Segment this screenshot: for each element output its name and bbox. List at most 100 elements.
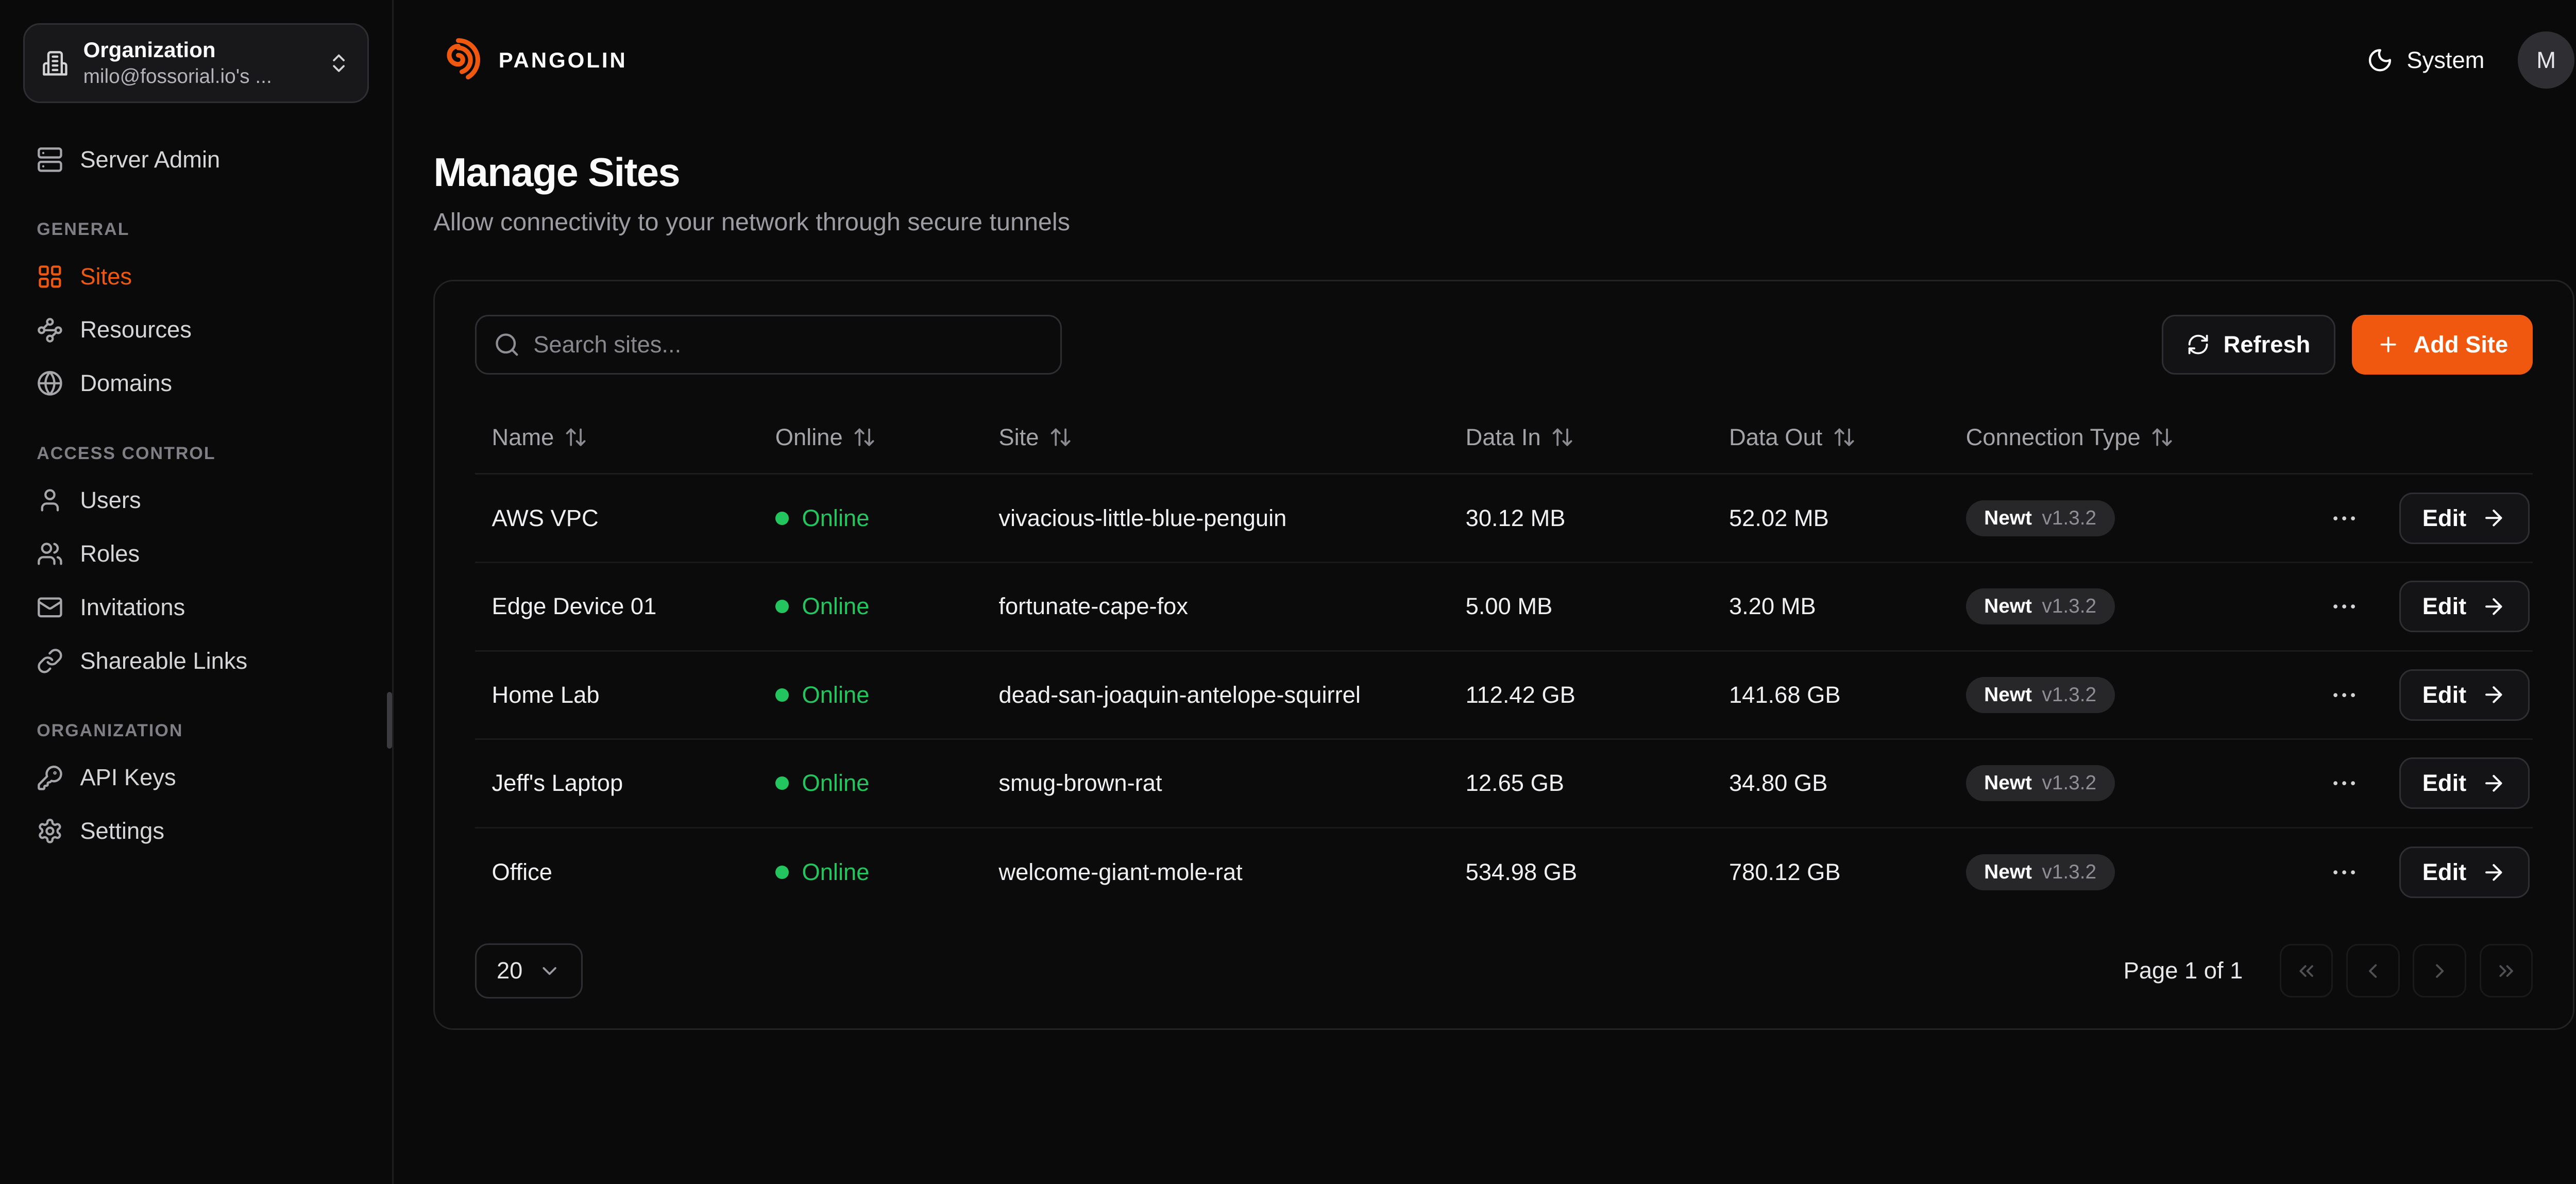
sidebar-item-label: Sites [80, 263, 132, 290]
first-page-button[interactable] [2280, 944, 2333, 997]
section-label-organization: ORGANIZATION [37, 721, 368, 741]
site-status: Online [758, 682, 982, 708]
status-label: Online [802, 593, 870, 620]
section-label-general: GENERAL [37, 219, 368, 240]
sites-toolbar: Refresh Add Site [475, 315, 2533, 375]
site-name: AWS VPC [475, 505, 758, 532]
pangolin-logo-icon [433, 35, 483, 85]
next-page-button[interactable] [2413, 944, 2466, 997]
chevron-down-icon [538, 959, 561, 983]
online-dot-icon [775, 866, 789, 879]
row-actions: Edit [2323, 847, 2533, 898]
chevrons-up-down-icon [327, 52, 350, 75]
page-size-select[interactable]: 20 [475, 943, 582, 999]
column-header-name[interactable]: Name [475, 424, 758, 451]
edit-button[interactable]: Edit [2399, 669, 2530, 721]
data-in: 534.98 GB [1449, 859, 1712, 886]
row-actions: Edit [2323, 581, 2533, 632]
waypoints-icon [37, 317, 63, 344]
site-slug: smug-brown-rat [982, 770, 1449, 797]
refresh-button[interactable]: Refresh [2162, 315, 2335, 375]
column-header-site[interactable]: Site [982, 424, 1449, 451]
row-actions: Edit [2323, 757, 2533, 809]
sidebar-item-label: Resources [80, 316, 192, 343]
sidebar-scrollbar[interactable] [387, 692, 392, 749]
sidebar-nav: Server Admin GENERAL Sites Resources Dom… [23, 133, 368, 858]
gear-icon [37, 818, 63, 844]
column-header-data-out[interactable]: Data Out [1713, 424, 1950, 451]
edit-button[interactable]: Edit [2399, 757, 2530, 809]
sidebar-item-label: API Keys [80, 764, 176, 791]
row-menu-button[interactable] [2323, 585, 2366, 628]
data-out: 141.68 GB [1713, 682, 1950, 708]
column-header-connection-type[interactable]: Connection Type [1949, 424, 2516, 451]
online-dot-icon [775, 512, 789, 525]
connection-name: Newt [1984, 595, 2032, 618]
arrow-right-icon [2481, 594, 2506, 619]
sort-icon [1551, 426, 1574, 449]
sidebar-item-label: Domains [80, 370, 172, 397]
grid-icon [37, 263, 63, 290]
sort-icon [2150, 426, 2174, 449]
edit-button[interactable]: Edit [2399, 581, 2530, 632]
sidebar-item-label: Users [80, 487, 141, 514]
connection-badge: Newtv1.3.2 [1966, 500, 2115, 536]
column-header-data-in[interactable]: Data In [1449, 424, 1712, 451]
data-in: 12.65 GB [1449, 770, 1712, 797]
table-row: AWS VPC Online vivacious-little-blue-pen… [475, 475, 2533, 563]
sidebar-item-resources[interactable]: Resources [23, 303, 368, 357]
online-dot-icon [775, 776, 789, 790]
column-label: Connection Type [1966, 424, 2141, 451]
refresh-icon [2187, 333, 2210, 356]
org-selector[interactable]: Organization milo@fossorial.io's ... [23, 23, 368, 103]
sidebar-item-api-keys[interactable]: API Keys [23, 751, 368, 805]
connection-badge: Newtv1.3.2 [1966, 677, 2115, 713]
connection-version: v1.3.2 [2042, 507, 2096, 530]
theme-toggle-button[interactable]: System [2367, 47, 2485, 74]
column-label: Site [998, 424, 1039, 451]
add-site-button[interactable]: Add Site [2352, 315, 2533, 375]
column-header-online[interactable]: Online [758, 424, 982, 451]
edit-label: Edit [2422, 859, 2467, 886]
plus-icon [2377, 333, 2400, 356]
sidebar-item-invitations[interactable]: Invitations [23, 581, 368, 634]
table-header: Name Online Site Data In Data Out Connec… [475, 401, 2533, 475]
page-subtitle: Allow connectivity to your network throu… [433, 208, 2574, 236]
connection-name: Newt [1984, 684, 2032, 706]
sidebar-item-server-admin[interactable]: Server Admin [23, 133, 368, 187]
sidebar-item-sites[interactable]: Sites [23, 250, 368, 303]
connection-type: Newtv1.3.2 [1949, 765, 2323, 801]
org-selector-text: Organization milo@fossorial.io's ... [83, 37, 312, 90]
row-menu-button[interactable] [2323, 851, 2366, 894]
data-out: 52.02 MB [1713, 505, 1950, 532]
chevron-left-icon [2361, 959, 2384, 983]
last-page-button[interactable] [2480, 944, 2533, 997]
site-status: Online [758, 770, 982, 797]
row-menu-button[interactable] [2323, 673, 2366, 717]
row-menu-button[interactable] [2323, 497, 2366, 540]
key-icon [37, 765, 63, 791]
sidebar-item-settings[interactable]: Settings [23, 804, 368, 858]
site-slug: dead-san-joaquin-antelope-squirrel [982, 682, 1449, 708]
connection-name: Newt [1984, 772, 2032, 794]
search-icon [494, 331, 520, 358]
edit-button[interactable]: Edit [2399, 493, 2530, 544]
site-status: Online [758, 593, 982, 620]
connection-badge: Newtv1.3.2 [1966, 765, 2115, 801]
sidebar-item-shareable-links[interactable]: Shareable Links [23, 634, 368, 688]
column-label: Name [492, 424, 554, 451]
search-input[interactable] [475, 315, 1062, 375]
table-row: Jeff's Laptop Online smug-brown-rat 12.6… [475, 740, 2533, 828]
sites-card: Refresh Add Site Name Online Site Data I… [433, 280, 2574, 1030]
row-menu-button[interactable] [2323, 762, 2366, 805]
edit-button[interactable]: Edit [2399, 847, 2530, 898]
row-actions: Edit [2323, 493, 2533, 544]
avatar[interactable]: M [2518, 31, 2574, 88]
sidebar-item-domains[interactable]: Domains [23, 357, 368, 410]
arrow-right-icon [2481, 860, 2506, 885]
sidebar-item-users[interactable]: Users [23, 473, 368, 527]
prev-page-button[interactable] [2346, 944, 2400, 997]
site-name: Jeff's Laptop [475, 770, 758, 797]
user-icon [37, 487, 63, 514]
sidebar-item-roles[interactable]: Roles [23, 527, 368, 581]
